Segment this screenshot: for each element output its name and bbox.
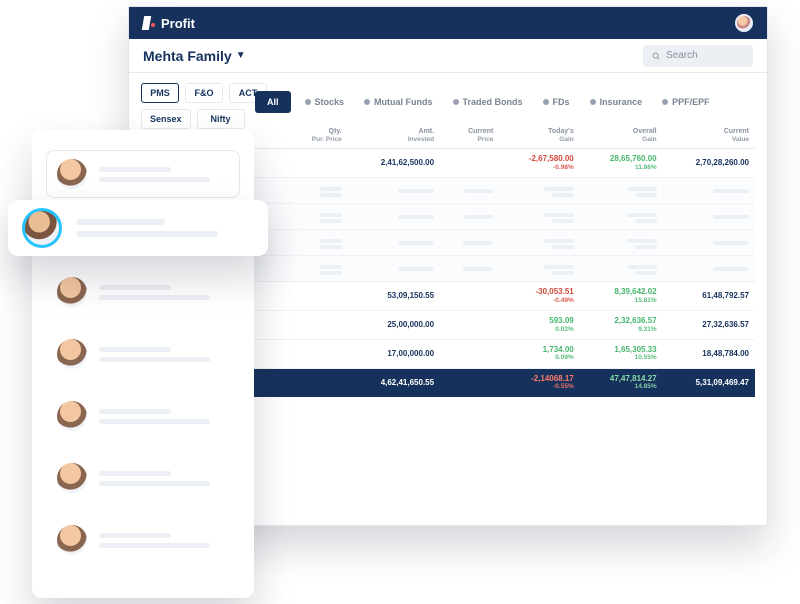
cat-tab-ppf-epf[interactable]: PPF/EPF xyxy=(656,91,716,113)
search-icon xyxy=(651,51,661,61)
family-member-item[interactable] xyxy=(46,454,240,502)
category-tabs: All Stocks Mutual Funds Traded Bonds FDs… xyxy=(255,91,755,113)
cat-tab-mutual-funds[interactable]: Mutual Funds xyxy=(358,91,439,113)
cat-tab-stocks[interactable]: Stocks xyxy=(299,91,351,113)
dot-icon xyxy=(590,99,596,105)
search-input[interactable]: Search xyxy=(643,45,753,67)
col-overall-gain[interactable]: OverallGain xyxy=(580,123,663,148)
avatar xyxy=(57,401,87,431)
col-qty-price[interactable]: Qty.Pur. Price xyxy=(288,123,347,148)
brand-logo-icon xyxy=(143,16,157,30)
dot-icon xyxy=(305,99,311,105)
col-current-price[interactable]: CurrentPrice xyxy=(440,123,499,148)
avatar xyxy=(57,277,87,307)
avatar xyxy=(57,463,87,493)
family-member-item[interactable] xyxy=(46,516,240,564)
col-current-value[interactable]: CurrentValue xyxy=(663,123,755,148)
tab-sensex[interactable]: Sensex xyxy=(141,109,191,129)
family-member-item[interactable] xyxy=(46,268,240,316)
family-member-item[interactable] xyxy=(46,330,240,378)
window-subheader: Mehta Family ▼ Search xyxy=(129,39,767,73)
user-avatar[interactable] xyxy=(735,14,753,32)
cat-tab-fds[interactable]: FDs xyxy=(537,91,576,113)
dot-icon xyxy=(453,99,459,105)
dot-icon xyxy=(543,99,549,105)
app-topbar: Profit xyxy=(129,7,767,39)
chevron-down-icon: ▼ xyxy=(236,50,246,61)
avatar xyxy=(57,159,87,189)
family-member-item[interactable] xyxy=(46,392,240,440)
search-placeholder: Search xyxy=(666,50,698,61)
avatar xyxy=(57,525,87,555)
family-member-selected[interactable] xyxy=(8,200,268,256)
tab-pms[interactable]: PMS xyxy=(141,83,179,103)
avatar xyxy=(57,339,87,369)
brand[interactable]: Profit xyxy=(143,16,195,31)
dot-icon xyxy=(364,99,370,105)
tab-nifty[interactable]: Nifty xyxy=(197,109,245,129)
avatar-selected xyxy=(22,208,62,248)
tab-fno[interactable]: F&O xyxy=(185,83,223,103)
dot-icon xyxy=(662,99,668,105)
portfolio-picker[interactable]: Mehta Family ▼ xyxy=(143,48,246,64)
cat-tab-traded-bonds[interactable]: Traded Bonds xyxy=(447,91,529,113)
col-todays-gain[interactable]: Today'sGain xyxy=(499,123,579,148)
cat-tab-all[interactable]: All xyxy=(255,91,291,113)
portfolio-name-label: Mehta Family xyxy=(143,48,232,64)
cat-tab-insurance[interactable]: Insurance xyxy=(584,91,649,113)
family-member-item[interactable] xyxy=(46,150,240,198)
brand-name: Profit xyxy=(161,16,195,31)
col-amt-invested[interactable]: Amt.Invested xyxy=(348,123,440,148)
